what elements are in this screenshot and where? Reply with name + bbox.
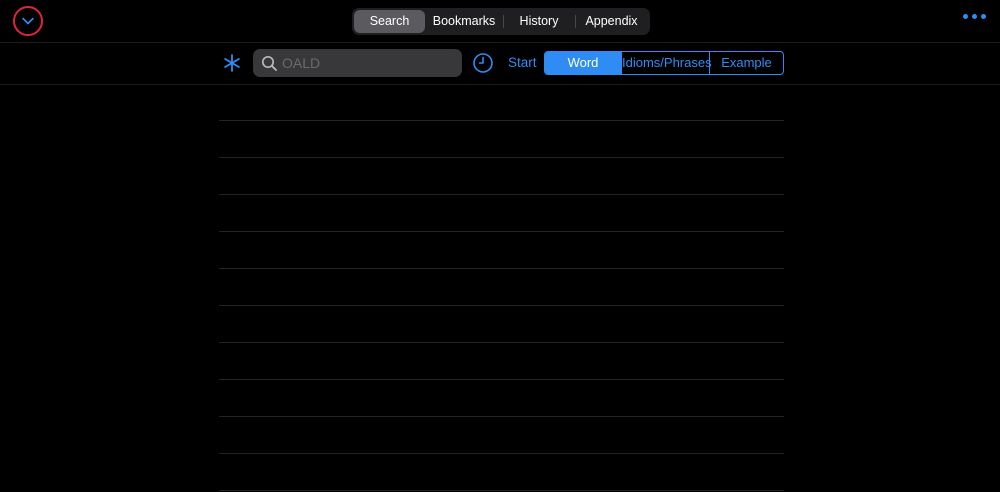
search-toolbar: Start Word Idioms/Phrases Example xyxy=(0,43,1000,85)
chevron-down-icon xyxy=(22,17,34,25)
list-item[interactable] xyxy=(219,417,784,454)
more-button[interactable] xyxy=(963,14,986,19)
tab-bookmarks[interactable]: Bookmarks xyxy=(425,10,503,33)
ellipsis-icon xyxy=(972,14,977,19)
list-item[interactable] xyxy=(219,158,784,195)
list-item[interactable] xyxy=(219,380,784,417)
mode-idioms-phrases[interactable]: Idioms/Phrases xyxy=(621,52,712,74)
result-list xyxy=(219,84,784,492)
list-item[interactable] xyxy=(219,454,784,491)
mode-example[interactable]: Example xyxy=(709,52,783,74)
start-button[interactable]: Start xyxy=(508,55,537,70)
history-button[interactable] xyxy=(472,52,494,74)
tab-history[interactable]: History xyxy=(503,10,575,33)
list-item[interactable] xyxy=(219,195,784,232)
collapse-button[interactable] xyxy=(13,6,43,36)
list-item[interactable] xyxy=(219,84,784,121)
magnifier-icon xyxy=(261,55,277,71)
search-field[interactable] xyxy=(253,49,462,77)
list-item[interactable] xyxy=(219,269,784,306)
list-item[interactable] xyxy=(219,343,784,380)
asterisk-icon xyxy=(224,54,240,72)
search-mode-control: Word Idioms/Phrases Example xyxy=(544,51,784,75)
app-window: Search Bookmarks History Appendix OALD S… xyxy=(0,0,1000,492)
main-tab-control: Search Bookmarks History Appendix xyxy=(352,8,650,35)
ellipsis-icon xyxy=(981,14,986,19)
wildcard-button[interactable] xyxy=(221,52,243,74)
list-item[interactable] xyxy=(219,232,784,269)
list-item[interactable] xyxy=(219,121,784,158)
tab-search[interactable]: Search xyxy=(354,10,425,33)
list-item[interactable] xyxy=(219,306,784,343)
search-input[interactable] xyxy=(282,55,462,71)
tab-appendix[interactable]: Appendix xyxy=(575,10,648,33)
top-bar: Search Bookmarks History Appendix xyxy=(0,0,1000,43)
mode-word[interactable]: Word xyxy=(545,52,621,74)
clock-icon xyxy=(473,53,493,73)
ellipsis-icon xyxy=(963,14,968,19)
